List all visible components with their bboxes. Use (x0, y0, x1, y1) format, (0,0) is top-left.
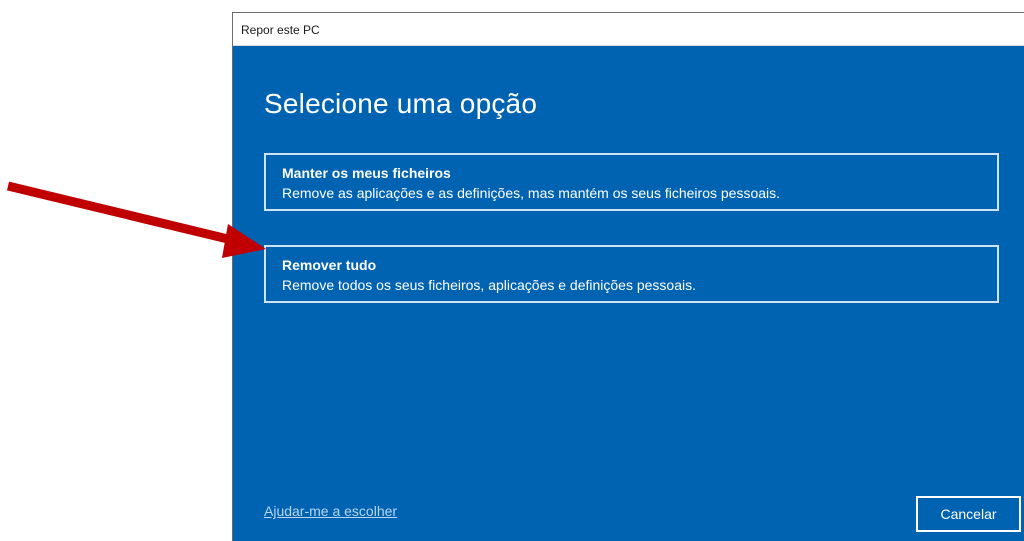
keep-files-option[interactable]: Manter os meus ficheiros Remove as aplic… (264, 153, 999, 211)
page-title: Selecione uma opção (264, 88, 538, 119)
page: Repor este PC Selecione uma opção Manter… (0, 0, 1024, 541)
dialog-content: Selecione uma opção Manter os meus fiche… (233, 46, 1024, 541)
help-me-choose-link[interactable]: Ajudar-me a escolher (264, 503, 397, 519)
option-description: Remove todos os seus ficheiros, aplicaçõ… (282, 277, 696, 293)
window-title-bar[interactable]: Repor este PC (233, 13, 1024, 46)
arrow-shaft (6, 181, 234, 245)
option-title: Manter os meus ficheiros (282, 165, 451, 181)
option-title: Remover tudo (282, 257, 377, 273)
option-description: Remove as aplicações e as definições, ma… (282, 185, 781, 201)
reset-pc-window: Repor este PC Selecione uma opção Manter… (232, 12, 1024, 541)
cancel-button[interactable]: Cancelar (916, 496, 1021, 532)
remove-everything-option[interactable]: Remover tudo Remove todos os seus fichei… (264, 245, 999, 303)
window-title: Repor este PC (241, 23, 320, 37)
